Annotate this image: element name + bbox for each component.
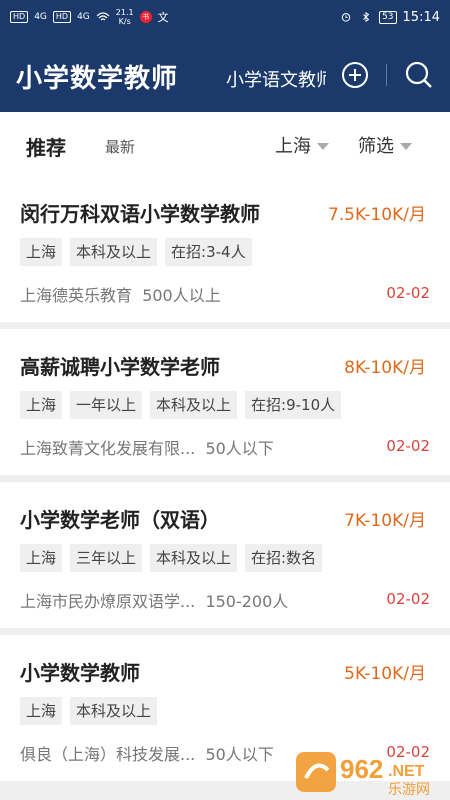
company-info: 上海致菁文化发展有限... 50人以下: [20, 435, 274, 459]
job-tag: 一年以上: [70, 391, 143, 419]
network-speed-value: 21.1: [115, 8, 134, 17]
company-name: 上海德英乐教育: [20, 286, 133, 305]
wifi-icon: [96, 12, 110, 21]
alarm-icon: [341, 13, 351, 22]
company-size: 150-200人: [205, 592, 289, 611]
company-size: 500人以上: [142, 286, 221, 305]
job-tag: 本科及以上: [70, 238, 158, 266]
site-watermark-logo: 962 .NET 乐游网: [296, 752, 430, 798]
job-tags: 上海 一年以上 本科及以上 在招:9-10人: [20, 391, 342, 419]
job-salary: 7K-10K/月: [344, 511, 426, 531]
tab-latest[interactable]: 最新: [105, 136, 135, 157]
job-tag: 本科及以上: [70, 697, 158, 725]
job-tag: 上海: [20, 697, 63, 725]
job-salary: 8K-10K/月: [344, 358, 426, 378]
sim1-network: 4G: [34, 12, 47, 22]
filter-bar: 推荐 最新 上海 筛选: [0, 112, 450, 176]
tab-other-subject[interactable]: 小学语文教师: [226, 66, 326, 92]
watermark-brand: 962: [340, 754, 383, 784]
job-salary: 7.5K-10K/月: [327, 205, 426, 225]
search-icon[interactable]: [404, 60, 434, 90]
job-title: 闵行万科双语小学数学教师: [20, 202, 260, 226]
job-tag: 在招:3-4人: [165, 238, 252, 266]
filter-dropdown[interactable]: 筛选: [358, 132, 412, 158]
company-info: 俱良（上海）科技发展... 50人以下: [20, 741, 274, 765]
job-tag: 上海: [20, 544, 63, 572]
company-name: 上海致菁文化发展有限...: [20, 439, 196, 458]
job-title: 小学数学教师: [20, 661, 140, 685]
header-divider: [386, 64, 387, 86]
tab-recommend[interactable]: 推荐: [26, 132, 66, 161]
filter-label: 筛选: [358, 136, 394, 157]
job-title: 高薪诚聘小学数学老师: [20, 355, 220, 379]
company-size: 50人以下: [205, 745, 274, 764]
job-tags: 上海 本科及以上: [20, 697, 158, 725]
job-tag: 在招:数名: [245, 544, 323, 572]
clock: 15:14: [402, 9, 440, 25]
page-title: 小学数学教师: [16, 64, 179, 94]
plus-circle-icon[interactable]: [340, 60, 370, 90]
network-speed-unit: K/s: [118, 17, 131, 26]
ime-indicator: 文: [157, 11, 169, 24]
company-info: 上海德英乐教育 500人以上: [20, 282, 221, 306]
job-card[interactable]: 小学数学老师（双语） 7K-10K/月 上海 三年以上 本科及以上 在招:数名 …: [0, 482, 450, 628]
job-tags: 上海 本科及以上 在招:3-4人: [20, 238, 252, 266]
battery-level: 53: [379, 10, 397, 24]
job-list: 闵行万科双语小学数学教师 7.5K-10K/月 上海 本科及以上 在招:3-4人…: [0, 176, 450, 788]
city-dropdown[interactable]: 上海: [275, 132, 329, 158]
company-name: 上海市民办燎原双语学...: [20, 592, 196, 611]
job-tag: 在招:9-10人: [245, 391, 342, 419]
company-name: 俱良（上海）科技发展...: [20, 745, 196, 764]
company-info: 上海市民办燎原双语学... 150-200人: [20, 588, 288, 612]
watermark-domain: .NET: [388, 763, 425, 780]
watermark-name: 乐游网: [388, 782, 430, 798]
job-tag: 上海: [20, 238, 63, 266]
job-tag: 本科及以上: [150, 391, 238, 419]
post-date: 02-02: [386, 284, 430, 302]
post-date: 02-02: [386, 437, 430, 455]
job-tags: 上海 三年以上 本科及以上 在招:数名: [20, 544, 323, 572]
job-tag: 三年以上: [70, 544, 143, 572]
app-header: HD 4G HD 4G 21.1 K/s 书 文 53 15:14 小学数学教师…: [0, 0, 450, 112]
sim2-network: 4G: [77, 12, 90, 22]
job-salary: 5K-10K/月: [344, 664, 426, 684]
chevron-down-icon: [317, 143, 329, 150]
job-tag: 本科及以上: [150, 544, 238, 572]
city-label: 上海: [275, 136, 311, 157]
network-speed: 21.1 K/s: [116, 8, 134, 26]
chevron-down-icon: [400, 143, 412, 150]
status-bar: HD 4G HD 4G 21.1 K/s 书 文 53 15:14: [0, 0, 450, 34]
job-tag: 上海: [20, 391, 63, 419]
post-date: 02-02: [386, 590, 430, 608]
sim1-hd-label: HD: [10, 11, 29, 23]
bluetooth-icon: [363, 12, 370, 22]
sim2-hd-label: HD: [52, 11, 72, 23]
app-notification-badge: 书: [139, 11, 152, 23]
job-title: 小学数学老师（双语）: [20, 508, 220, 532]
company-size: 50人以下: [205, 439, 274, 458]
job-card[interactable]: 闵行万科双语小学数学教师 7.5K-10K/月 上海 本科及以上 在招:3-4人…: [0, 176, 450, 322]
job-card[interactable]: 高薪诚聘小学数学老师 8K-10K/月 上海 一年以上 本科及以上 在招:9-1…: [0, 329, 450, 475]
